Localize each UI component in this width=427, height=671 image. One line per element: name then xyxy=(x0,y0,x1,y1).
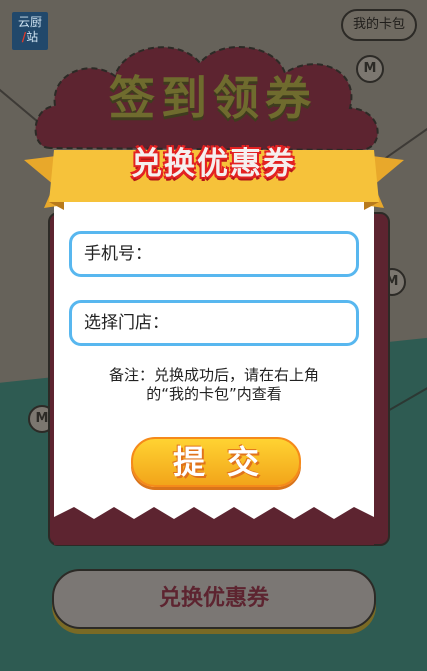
modal-zigzag-edge xyxy=(54,505,374,545)
note-text: 备注：兑换成功后，请在右上角 的“我的卡包”内查看 xyxy=(64,366,364,404)
page-title: 签到领券 xyxy=(109,71,317,125)
note-line-1: 备注：兑换成功后，请在右上角 xyxy=(108,366,319,384)
submit-button[interactable]: 提交 xyxy=(131,437,301,487)
modal-title: 兑换优惠券 xyxy=(131,146,296,182)
page: 云厨 /站 我的卡包 签到领券 M M M 签到 兑换优惠券 兑换优惠券 手机号… xyxy=(0,0,427,671)
logo-text-line1: 云厨 xyxy=(17,15,42,29)
m-badge-icon: M xyxy=(356,55,384,83)
my-wallet-button[interactable]: 我的卡包 xyxy=(340,9,417,41)
exchange-coupon-button[interactable]: 兑换优惠券 xyxy=(52,569,376,629)
phone-field[interactable]: 手机号： xyxy=(69,231,359,277)
phone-input[interactable] xyxy=(167,240,351,270)
phone-label: 手机号： xyxy=(84,244,152,264)
store-field[interactable]: 选择门店： xyxy=(69,300,359,346)
store-label: 选择门店： xyxy=(84,313,169,333)
store-select[interactable] xyxy=(167,309,351,339)
note-line-2: 的“我的卡包”内查看 xyxy=(146,385,282,403)
